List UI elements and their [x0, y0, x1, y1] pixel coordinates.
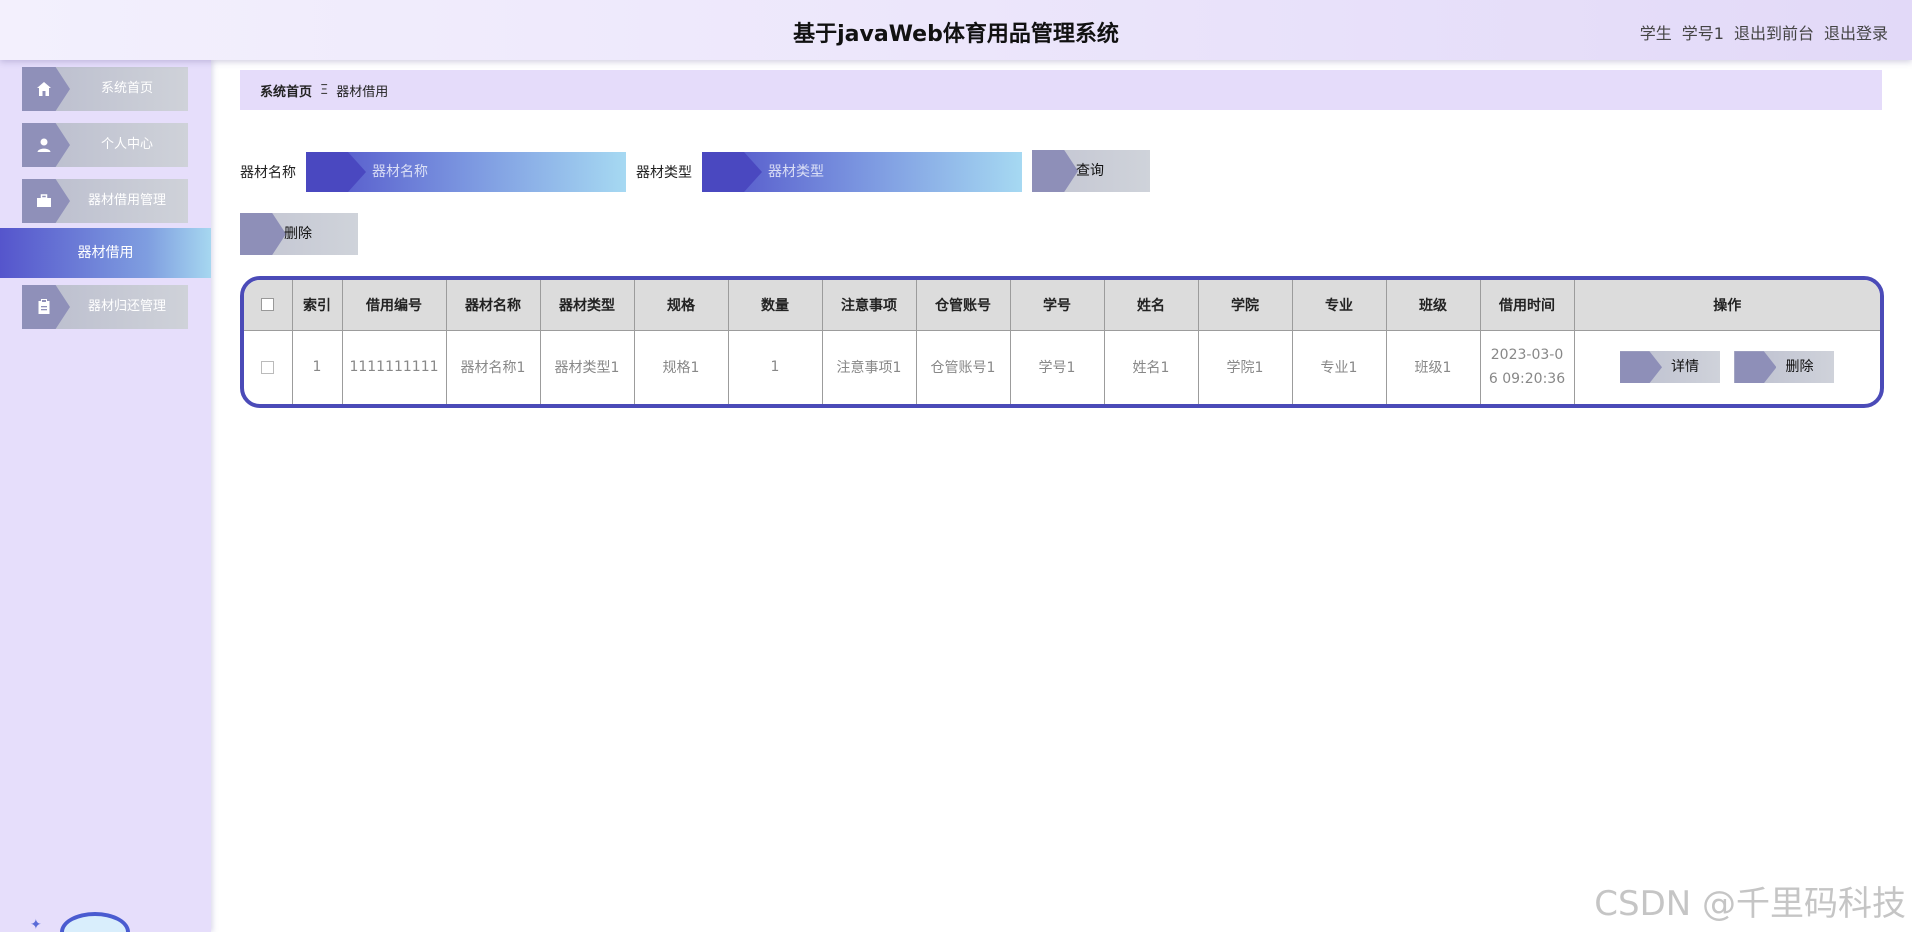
briefcase-icon: [22, 179, 70, 223]
cell-name: 器材名称1: [446, 330, 541, 404]
sidebar-item-return-manage[interactable]: 器材归还管理: [22, 285, 188, 329]
bulk-delete-button-label: 删除: [284, 226, 312, 242]
row-checkbox[interactable]: [244, 330, 293, 404]
query-button[interactable]: 查询: [1032, 150, 1150, 192]
column-header: 数量: [728, 280, 823, 331]
star-decoration-icon: ✦: [30, 917, 42, 932]
user-name: 学号1: [1681, 24, 1724, 43]
cell-class: 班级1: [1386, 330, 1481, 404]
cell-keeper: 仓管账号1: [916, 330, 1011, 404]
cell-index: 1: [292, 330, 343, 404]
cell-student-name: 姓名1: [1104, 330, 1199, 404]
column-header: 操作: [1574, 280, 1880, 331]
sidebar-item-label: 系统首页: [100, 81, 153, 96]
column-header: 专业: [1292, 280, 1387, 331]
column-header: 借用编号: [342, 280, 447, 331]
user-icon: [22, 123, 70, 167]
user-area: 学生 学号1 退出到前台 退出登录: [1640, 20, 1888, 44]
sidebar-item-label: 器材借用: [77, 245, 134, 261]
column-header: 器材名称: [446, 280, 541, 331]
sidebar-item-label: 器材归还管理: [87, 299, 166, 314]
cell-borrow-no: 1111111111: [342, 330, 447, 404]
query-button-label: 查询: [1076, 163, 1104, 179]
home-icon: [22, 67, 70, 111]
watermark: CSDN @千里码科技: [1594, 884, 1906, 924]
breadcrumb: 系统首页 Ξ 器材借用: [240, 70, 1882, 110]
column-header: 索引: [292, 280, 343, 331]
column-header: 借用时间: [1480, 280, 1575, 331]
row-delete-button-label: 删除: [1785, 359, 1814, 376]
cell-type: 器材类型1: [540, 330, 635, 404]
column-header: 器材类型: [540, 280, 635, 331]
table-row: 1 1111111111 器材名称1 器材类型1 规格1 1 注意事项1 仓管账…: [244, 330, 1880, 404]
column-header: 姓名: [1104, 280, 1199, 331]
cell-college: 学院1: [1198, 330, 1293, 404]
sidebar: 系统首页 个人中心 器材借用管理 器材借用 器材归还管理 ✦: [0, 60, 211, 932]
clipboard-icon: [22, 285, 70, 329]
top-header: 基于javaWeb体育用品管理系统 学生 学号1 退出到前台 退出登录: [0, 0, 1912, 60]
sidebar-item-profile[interactable]: 个人中心: [22, 123, 188, 167]
sidebar-item-home[interactable]: 系统首页: [22, 67, 188, 111]
column-header: 规格: [634, 280, 729, 331]
user-role: 学生: [1639, 24, 1672, 43]
breadcrumb-current: 器材借用: [336, 84, 389, 100]
cell-quantity: 1: [728, 330, 823, 404]
logout-link[interactable]: 退出登录: [1824, 20, 1888, 44]
select-all-checkbox[interactable]: [244, 280, 293, 331]
type-search-label: 器材类型: [636, 165, 692, 181]
breadcrumb-home[interactable]: 系统首页: [260, 81, 312, 100]
column-header: 学号: [1010, 280, 1105, 331]
cell-actions: 详情 删除: [1574, 330, 1880, 404]
back-to-front-link[interactable]: 退出到前台: [1734, 20, 1814, 44]
row-delete-button[interactable]: 删除: [1734, 351, 1835, 384]
sidebar-item-label: 个人中心: [100, 137, 153, 152]
sidebar-item-label: 器材借用管理: [87, 193, 166, 208]
column-header: 班级: [1386, 280, 1481, 331]
cell-spec: 规格1: [634, 330, 729, 404]
column-header: 学院: [1198, 280, 1293, 331]
column-header: 仓管账号: [916, 280, 1011, 331]
borrow-time-line1: 2023-03-0: [1490, 347, 1564, 364]
type-search-input[interactable]: [702, 152, 1022, 192]
cell-notes: 注意事项1: [822, 330, 917, 404]
name-search-label: 器材名称: [240, 165, 296, 181]
sidebar-item-borrow[interactable]: 器材借用: [0, 228, 211, 278]
breadcrumb-separator-icon: Ξ: [320, 82, 329, 98]
detail-button-label: 详情: [1671, 359, 1700, 376]
borrow-time-line2: 6 09:20:36: [1488, 371, 1566, 388]
bulk-delete-button[interactable]: 删除: [240, 213, 358, 255]
borrow-table: 索引 借用编号 器材名称 器材类型 规格 数量 注意事项 仓管账号 学号 姓名 …: [240, 276, 1884, 408]
detail-button[interactable]: 详情: [1620, 351, 1721, 384]
decoration-illustration: [60, 912, 130, 932]
cell-major: 专业1: [1292, 330, 1387, 404]
column-header: 注意事项: [822, 280, 917, 331]
sidebar-item-borrow-manage[interactable]: 器材借用管理: [22, 179, 188, 223]
table-header-row: 索引 借用编号 器材名称 器材类型 规格 数量 注意事项 仓管账号 学号 姓名 …: [244, 280, 1880, 331]
name-search-input[interactable]: [306, 152, 626, 192]
app-title: 基于javaWeb体育用品管理系统: [793, 22, 1119, 47]
cell-borrow-time: 2023-03-0 6 09:20:36: [1480, 330, 1575, 404]
cell-student-no: 学号1: [1010, 330, 1105, 404]
